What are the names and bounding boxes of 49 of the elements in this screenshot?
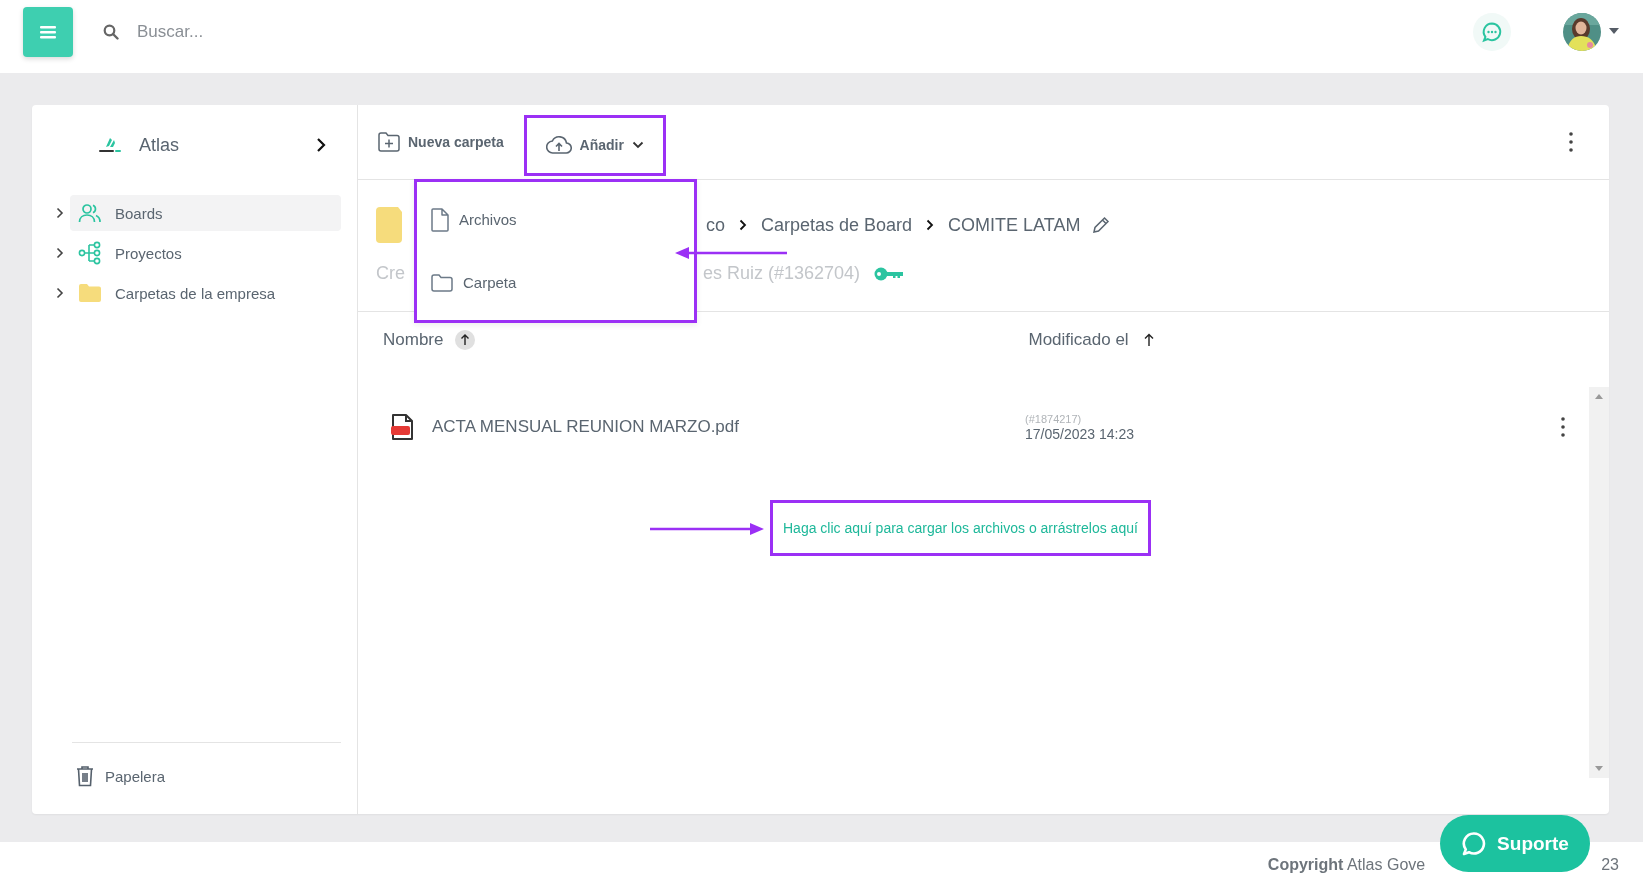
menu-item[interactable]: Carpeta (417, 262, 694, 303)
sidebar-item[interactable]: Proyectos (70, 235, 341, 271)
menu-item[interactable]: Archivos (417, 199, 694, 240)
column-header[interactable]: Modificado el (1028, 329, 1129, 350)
new-folder-button[interactable]: Nueva carpeta (378, 132, 504, 152)
chat-icon (1481, 20, 1503, 43)
pdf-file-icon (391, 413, 415, 441)
folder-icon (78, 284, 102, 302)
sort-arrow-icon[interactable] (1142, 332, 1155, 347)
meta-text: Cre (376, 263, 405, 284)
modified-date: 17/05/2023 14:23 (1025, 425, 1134, 442)
folder-plus-icon (378, 132, 400, 152)
pencil-icon[interactable] (1092, 216, 1111, 234)
trash-button[interactable]: Papelera (75, 765, 166, 787)
file-name[interactable]: ACTA MENSUAL REUNION MARZO.pdf (432, 417, 1025, 437)
chevron-right-icon[interactable] (56, 287, 64, 299)
chevron-right-icon (739, 219, 747, 231)
people-icon (78, 203, 102, 223)
file-id: (#1874217) (1025, 412, 1083, 425)
trash-icon (75, 765, 95, 787)
hierarchy-icon (78, 241, 102, 265)
key-icon (874, 266, 905, 281)
cloud-upload-icon (545, 136, 572, 154)
breadcrumb-link[interactable]: COMITE LATAM (948, 214, 1081, 236)
file-icon (431, 207, 449, 232)
chevron-right-icon (926, 219, 935, 231)
chevron-right-icon[interactable] (56, 247, 64, 259)
more-options-icon[interactable] (1561, 417, 1565, 437)
folder-icon (431, 273, 453, 292)
breadcrumb-link[interactable]: Carpetas de Board (761, 214, 913, 236)
menu-icon (40, 24, 56, 39)
meta-text: es Ruiz (#1362704) (703, 263, 861, 284)
add-button[interactable]: Añadir (523, 114, 666, 176)
folder-icon (376, 207, 402, 243)
chevron-right-icon[interactable] (56, 207, 64, 219)
sidebar-item[interactable]: Boards (70, 195, 341, 231)
column-header[interactable]: Nombre (383, 329, 444, 350)
sidebar-item[interactable]: Carpetas de la empresa (70, 275, 341, 311)
chevron-down-icon (631, 141, 644, 149)
breadcrumb-link[interactable]: co (706, 214, 725, 236)
copyright-text: Copyright Atlas Gove (1267, 856, 1426, 874)
caret-icon[interactable] (1609, 27, 1619, 34)
copyright-text: 23 (1601, 856, 1619, 874)
more-options-icon[interactable] (1569, 132, 1573, 152)
chat-icon (1461, 830, 1488, 857)
chevron-right-icon[interactable] (316, 137, 326, 153)
search-icon (103, 23, 119, 40)
logo-icon (96, 135, 124, 155)
workspace-title: Atlas (139, 134, 181, 156)
